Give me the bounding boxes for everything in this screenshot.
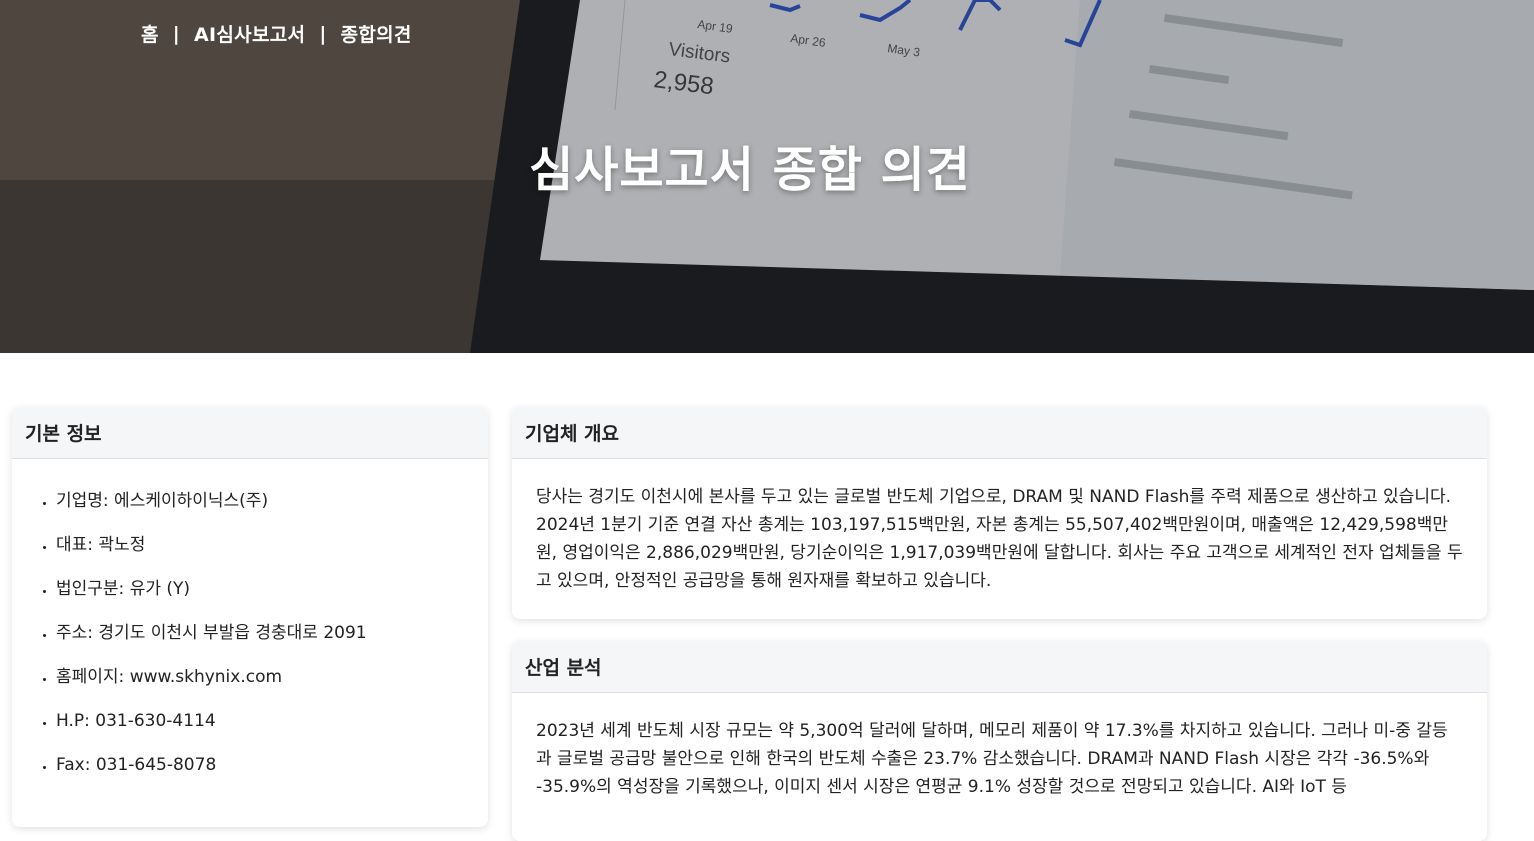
- page-title: 심사보고서 종합 의견: [529, 142, 971, 198]
- breadcrumb: 홈 | AI심사보고서 | 종합의견: [141, 20, 412, 47]
- basic-info-card: 기본 정보 기업명: 에스케이하이닉스(주) 대표: 곽노정 법인구분: 유가 …: [12, 407, 488, 827]
- breadcrumb-separator: |: [319, 22, 327, 45]
- info-corporate-type: 법인구분: 유가 (Y): [56, 577, 464, 601]
- info-company-name: 기업명: 에스케이하이닉스(주): [56, 489, 464, 513]
- info-phone: H.P: 031-630-4114: [56, 709, 464, 733]
- basic-info-body: 기업명: 에스케이하이닉스(주) 대표: 곽노정 법인구분: 유가 (Y) 주소…: [12, 459, 488, 777]
- basic-info-list: 기업명: 에스케이하이닉스(주) 대표: 곽노정 법인구분: 유가 (Y) 주소…: [36, 489, 464, 777]
- breadcrumb-separator: |: [172, 22, 181, 45]
- breadcrumb-current-page[interactable]: 종합의견: [341, 20, 412, 47]
- info-homepage: 홈페이지: www.skhynix.com: [56, 665, 464, 689]
- industry-analysis-card: 산업 분석 2023년 세계 반도체 시장 규모는 약 5,300억 달러에 달…: [512, 641, 1487, 841]
- basic-info-header: 기본 정보: [12, 407, 488, 459]
- hero-banner: Apr 19 Apr 26 May 3 Visitors 2,958 홈 | A…: [0, 0, 1534, 353]
- company-overview-header: 기업체 개요: [512, 407, 1487, 459]
- company-overview-card: 기업체 개요 당사는 경기도 이천시에 본사를 두고 있는 글로벌 반도체 기업…: [512, 407, 1487, 619]
- info-address: 주소: 경기도 이천시 부발읍 경충대로 2091: [56, 621, 464, 645]
- industry-analysis-header: 산업 분석: [512, 641, 1487, 693]
- industry-analysis-text: 2023년 세계 반도체 시장 규모는 약 5,300억 달러에 달하며, 메모…: [536, 721, 1448, 797]
- info-ceo: 대표: 곽노정: [56, 533, 464, 557]
- info-fax: Fax: 031-645-8078: [56, 753, 464, 777]
- breadcrumb-home-link[interactable]: 홈: [141, 20, 159, 47]
- breadcrumb-ai-report-link[interactable]: AI심사보고서: [194, 20, 305, 47]
- company-overview-text: 당사는 경기도 이천시에 본사를 두고 있는 글로벌 반도체 기업으로, DRA…: [536, 487, 1463, 591]
